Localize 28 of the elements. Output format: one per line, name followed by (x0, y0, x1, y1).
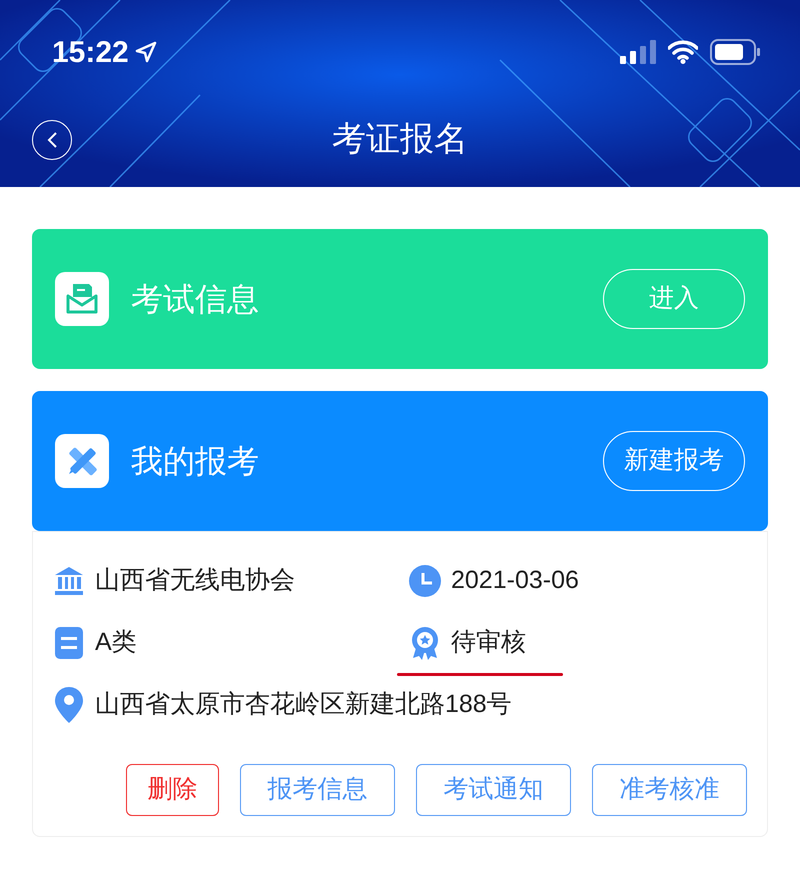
ruler-pencil-icon (55, 434, 109, 488)
field-text: 2021-03-06 (451, 565, 579, 596)
action-button[interactable]: 删除 (126, 764, 219, 816)
entry-button[interactable]: 新建报考 (603, 431, 745, 491)
field-text: A类 (95, 627, 137, 658)
back-button[interactable] (32, 120, 72, 160)
wifi-icon (668, 40, 698, 64)
clock-icon (409, 565, 441, 597)
back-icon (46, 130, 58, 148)
location-arrow-icon (134, 41, 157, 63)
envelope-icon (55, 272, 109, 326)
page-title: 考证报名 (332, 119, 468, 160)
entry-button[interactable]: 进入 (603, 269, 745, 329)
battery-icon (710, 39, 760, 65)
badge-icon (410, 626, 440, 660)
entry-title: 考试信息 (131, 280, 259, 319)
bank-icon (53, 565, 85, 597)
field-text: 待审核 (451, 627, 526, 658)
action-button[interactable]: 考试通知 (416, 764, 571, 816)
map-pin-icon (55, 687, 83, 723)
action-button[interactable]: 报考信息 (240, 764, 395, 816)
entry-title: 我的报考 (131, 442, 259, 481)
action-button[interactable]: 准考核准 (592, 764, 747, 816)
list-icon (55, 627, 83, 659)
field-text: 山西省太原市杏花岭区新建北路188号 (95, 689, 512, 720)
signal-icon (620, 40, 656, 64)
field-text: 山西省无线电协会 (95, 565, 295, 596)
status-time: 15:22 (52, 34, 129, 70)
